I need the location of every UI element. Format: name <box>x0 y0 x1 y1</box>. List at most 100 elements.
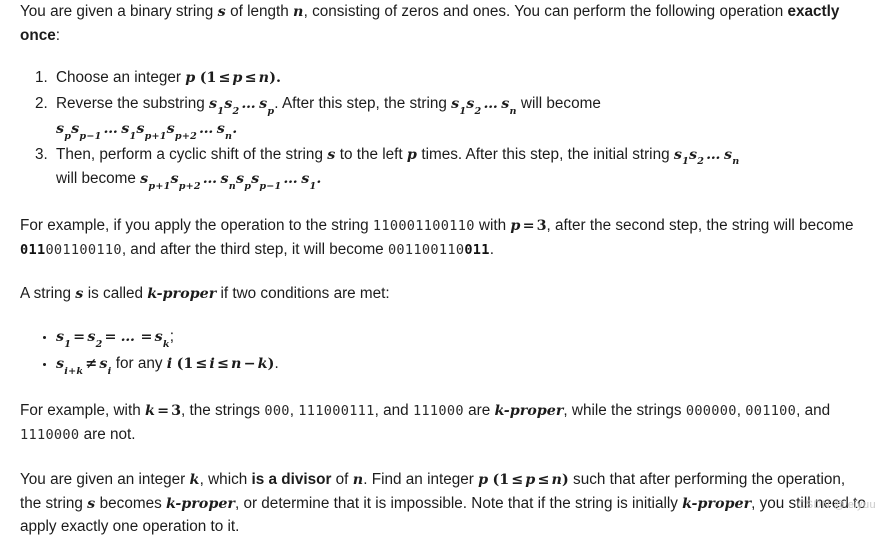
step-item-3: Then, perform a cyclic shift of the stri… <box>52 143 890 192</box>
math-eq-ex1: = <box>522 217 535 234</box>
term-k-proper: k-proper <box>147 286 217 303</box>
step3-result-line: will become sp+1sp+2… snspsp−1… s1. <box>56 167 890 191</box>
def-text-2: is called <box>83 285 148 303</box>
math-range-i: (1 ≤ i ≤ n − k) <box>176 355 275 372</box>
math-substring-1-to-n: s1s2… sn <box>451 96 517 117</box>
intro-text-2: of length <box>225 3 294 20</box>
math-le-1: ≤ <box>218 70 231 87</box>
math-shifted-string: sp+1sp+2… snspsp−1… s1. <box>140 171 322 193</box>
condition-item-1: s1=s2=…=sk; <box>56 325 890 349</box>
step2-text-3: will become <box>516 95 601 113</box>
math-val-k-ex2: 3 <box>171 403 182 420</box>
ex2-text-6: , and <box>796 402 831 420</box>
def-text-3: if two conditions are met: <box>216 285 390 303</box>
ex1-after-step2-rest: 001100110 <box>45 241 122 258</box>
ex2-string-f: 1110000 <box>20 427 80 444</box>
condition-item-2: si+k≠si for any i (1≤i≤n−k). <box>56 352 890 376</box>
ex2-string-c: 111000 <box>412 403 464 420</box>
math-initial-string: s1s2… sn <box>673 146 740 168</box>
task-text-6: becomes <box>95 494 166 512</box>
math-var-p: p <box>185 70 196 87</box>
ex2-sep-2: , <box>736 402 746 420</box>
math-var-k-ex2: k <box>144 403 156 420</box>
math-val-p-ex1: 3 <box>536 217 547 234</box>
cond2-text: for any <box>111 354 167 372</box>
math-var-i: i <box>166 355 173 372</box>
math-var-k-task: k <box>189 471 200 488</box>
ex2-text-4: are <box>463 402 495 420</box>
ex2-text-3: , and <box>374 402 413 420</box>
intro-text-4: : <box>55 26 60 44</box>
task-text-1: You are given an integer <box>20 470 190 488</box>
task-bold-divisor: is a divisor <box>251 470 332 488</box>
step2-text-2: . After this step, the string <box>274 95 452 113</box>
intro-paragraph: You are given a binary string s of lengt… <box>0 0 890 47</box>
step-item-2: Reverse the substring s1s2…sp. After thi… <box>52 92 890 141</box>
task-paragraph: You are given an integer k, which is a d… <box>0 468 890 539</box>
step1-text-1: Choose an integer <box>56 69 186 87</box>
math-var-p-3: p <box>406 146 418 163</box>
intro-text-1: You are given a binary string <box>20 3 218 20</box>
ex1-input-string: 110001100110 <box>372 217 475 234</box>
ex1-text-5: . <box>489 240 495 258</box>
operation-steps-list: Choose an integer p (1≤p≤n). Reverse the… <box>0 66 890 191</box>
step2-text-1: Reverse the substring <box>56 95 210 113</box>
math-le-2: ≤ <box>244 70 257 87</box>
example-2-paragraph: For example, with k = 3, the strings 000 , … <box>0 399 890 446</box>
ex2-text-2: , the strings <box>181 402 265 420</box>
step3-text-1: Then, perform a cyclic shift of the stri… <box>56 145 328 163</box>
math-var-p-task: p <box>478 471 489 488</box>
term-k-proper-task-1: k-proper <box>166 495 235 512</box>
intro-text-3: , consisting of zeros and ones. You can … <box>303 3 788 20</box>
csdn-watermark: CSDN @'eiyuu <box>797 498 876 511</box>
example-1-paragraph: For example, if you apply the operation … <box>0 214 890 261</box>
cond1-suffix: ; <box>169 328 174 346</box>
math-eq-ex2: = <box>157 403 170 420</box>
ex1-text-3: , after the second step, the string will… <box>546 216 854 234</box>
ex1-after-step2-bold: 011 <box>20 241 46 258</box>
math-substring-1-to-p: s1s2… sp <box>209 96 275 117</box>
task-text-7: , or determine that it is impossible. No… <box>234 494 683 512</box>
task-text-4: . Find an integer <box>363 470 479 488</box>
math-var-s-def: s <box>75 286 84 303</box>
problem-statement-page: You are given a binary string s of lengt… <box>0 0 890 535</box>
math-condition-equal-prefix: s1 = s2 =… = sk <box>56 329 170 350</box>
ex2-string-a: 000 <box>264 403 290 420</box>
math-var-s: s <box>217 4 226 20</box>
ex2-text-7: are not. <box>79 426 136 444</box>
ex1-text-1: For example, if you apply the operation … <box>20 216 373 234</box>
math-var-n-2: n <box>258 70 270 87</box>
step1-paren-open: (1 <box>199 70 217 87</box>
def-text-1: A string <box>20 285 76 303</box>
ex2-text-5: , while the strings <box>563 402 686 420</box>
ex2-string-e: 001100 <box>745 403 797 420</box>
math-condition-not-equal: si+k ≠ si <box>56 355 112 377</box>
step3-text-2: to the left <box>335 145 407 163</box>
term-k-proper-task-2: k-proper <box>682 495 752 512</box>
math-reversed-string: spsp−1… s1sp+1sp+2… sn. <box>56 120 238 142</box>
cond2-suffix: . <box>274 354 279 372</box>
math-var-p-ex1: p <box>510 217 521 234</box>
step2-result-line: spsp−1… s1sp+1sp+2… sn. <box>56 117 890 141</box>
conditions-list: s1=s2=…=sk; si+k≠si for any i (1≤i≤n−k). <box>0 325 890 376</box>
math-range-p-task: (1 ≤ p ≤ n) <box>492 471 569 488</box>
ex2-text-1: For example, with <box>20 402 145 420</box>
ex1-text-2: with <box>474 216 511 234</box>
ex1-after-step3-bold: 011 <box>464 241 490 258</box>
task-text-2: , which <box>199 470 252 488</box>
term-k-proper-ex2: k-proper <box>494 403 564 420</box>
math-var-p-2: p <box>232 70 243 87</box>
math-var-n: n <box>293 4 304 20</box>
ex2-string-d: 000000 <box>685 403 737 420</box>
step3-text-3: times. After this step, the initial stri… <box>417 145 674 163</box>
step1-paren-close: ). <box>269 70 281 87</box>
task-text-3: of <box>331 470 353 488</box>
step-item-1: Choose an integer p (1≤p≤n). <box>52 66 890 90</box>
math-var-n-task: n <box>352 471 364 488</box>
